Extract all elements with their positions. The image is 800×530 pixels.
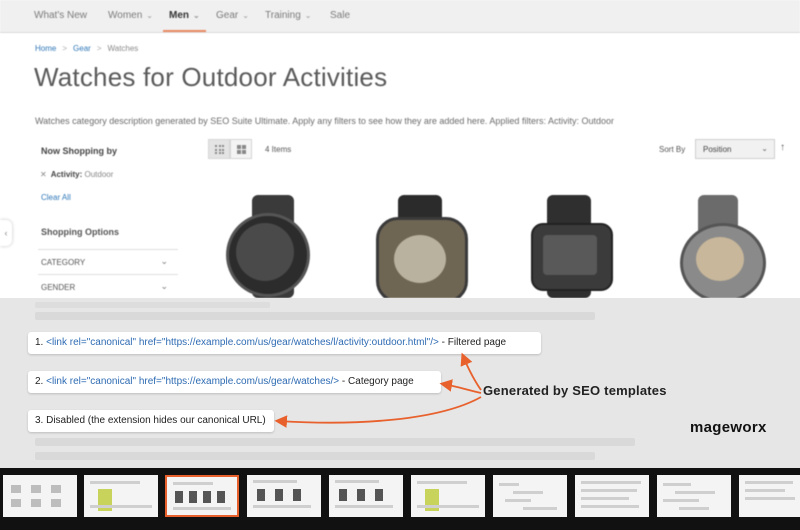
list-view-button[interactable]	[230, 139, 252, 159]
chevron-down-icon: ⌄	[304, 11, 312, 20]
items-count: 4 Items	[265, 145, 292, 154]
arrow-to-callout-1	[460, 352, 482, 391]
slide-thumbnail[interactable]	[3, 475, 77, 517]
shopping-options-heading: Shopping Options	[41, 227, 119, 237]
slide-thumbnail[interactable]	[329, 475, 403, 517]
nav-item-sale[interactable]: Sale	[330, 0, 350, 32]
product-image-watch-2[interactable]	[370, 195, 470, 298]
filter-option-category[interactable]: CATEGORY ⌄	[38, 249, 178, 274]
nav-label: Gear	[216, 10, 239, 21]
chevron-down-icon: ⌄	[242, 11, 249, 20]
filter-value: Outdoor	[84, 170, 114, 179]
now-shopping-heading: Now Shopping by	[41, 146, 117, 156]
slide-filmstrip	[0, 468, 800, 530]
page-title: Watches for Outdoor Activities	[34, 62, 388, 92]
chevron-down-icon: ⌄	[146, 11, 153, 20]
nav-item-gear[interactable]: Gear ⌄	[216, 0, 249, 32]
store-page: What's New Women ⌄ Men ⌄ Gear ⌄ Training ⌄ S…	[0, 0, 800, 298]
nav-label: Training	[265, 10, 301, 21]
chevron-down-icon: ⌄	[160, 256, 168, 266]
breadcrumb-home[interactable]: Home	[35, 44, 56, 53]
nav-label: Men	[169, 10, 189, 21]
screenshot-stage: What's New Women ⌄ Men ⌄ Gear ⌄ Training ⌄ S…	[0, 0, 800, 530]
slide-thumbnail[interactable]	[657, 475, 731, 517]
slide-thumbnail[interactable]	[247, 475, 321, 517]
remove-filter-icon[interactable]: ✕	[40, 170, 47, 179]
slide-thumbnail[interactable]	[739, 475, 800, 517]
chevron-left-icon[interactable]: ‹	[0, 220, 12, 246]
chevron-down-icon: ⌄	[193, 11, 200, 20]
sort-by-label: Sort By	[659, 145, 686, 154]
nav-item-whats-new[interactable]: What's New	[34, 0, 87, 32]
breadcrumb-separator-icon: >	[96, 44, 102, 53]
filter-option-gender[interactable]: GENDER ⌄	[38, 274, 178, 298]
filter-option-label: GENDER	[41, 283, 76, 292]
breadcrumb: Home > Gear > Watches	[35, 44, 138, 53]
annotation-area: 1. <link rel="canonical" href="https://e…	[0, 298, 800, 468]
product-image-watch-3[interactable]	[525, 195, 615, 298]
clear-all-link[interactable]: Clear All	[41, 193, 71, 202]
sort-direction-arrow-icon[interactable]: ↑	[780, 142, 785, 153]
mageworx-logo: mageworx	[690, 419, 767, 436]
breadcrumb-current: Watches	[107, 44, 139, 53]
list-icon	[237, 145, 246, 154]
sort-select[interactable]: Position ⌄	[695, 139, 775, 159]
nav-item-training[interactable]: Training ⌄	[265, 0, 311, 32]
breadcrumb-gear[interactable]: Gear	[73, 44, 91, 53]
nav-item-men[interactable]: Men ⌄	[163, 0, 206, 32]
top-navigation: What's New Women ⌄ Men ⌄ Gear ⌄ Training ⌄ S…	[0, 0, 800, 33]
sort-value: Position	[703, 145, 732, 154]
arrows-overlay	[274, 352, 482, 428]
breadcrumb-separator-icon: >	[62, 44, 68, 53]
product-image-watch-4[interactable]	[670, 195, 770, 298]
slide-thumbnail[interactable]	[493, 475, 567, 517]
chevron-down-icon: ⌄	[160, 281, 168, 291]
nav-label: Women	[108, 10, 143, 21]
slide-thumbnail[interactable]	[575, 475, 649, 517]
arrow-to-callout-2	[439, 379, 482, 394]
nav-label: What's New	[34, 10, 88, 21]
slide-thumbnail[interactable]	[411, 475, 485, 517]
category-description: Watches category description generated b…	[35, 116, 614, 126]
generated-by-seo-templates-label: Generated by SEO templates	[483, 383, 667, 398]
chevron-down-icon: ⌄	[761, 144, 768, 153]
nav-item-women[interactable]: Women ⌄	[108, 0, 153, 32]
slide-thumbnail[interactable]	[84, 475, 158, 517]
active-filter: ✕ Activity: Outdoor	[40, 170, 113, 179]
nav-label: Sale	[330, 10, 351, 21]
arrow-to-callout-3	[274, 396, 482, 428]
filter-name: Activity:	[50, 170, 83, 179]
filter-option-label: CATEGORY	[41, 258, 86, 267]
grid-view-button[interactable]	[208, 139, 230, 159]
grid-icon	[215, 145, 224, 154]
slide-thumbnail-active[interactable]	[165, 475, 239, 517]
product-image-watch-1[interactable]	[222, 195, 332, 298]
